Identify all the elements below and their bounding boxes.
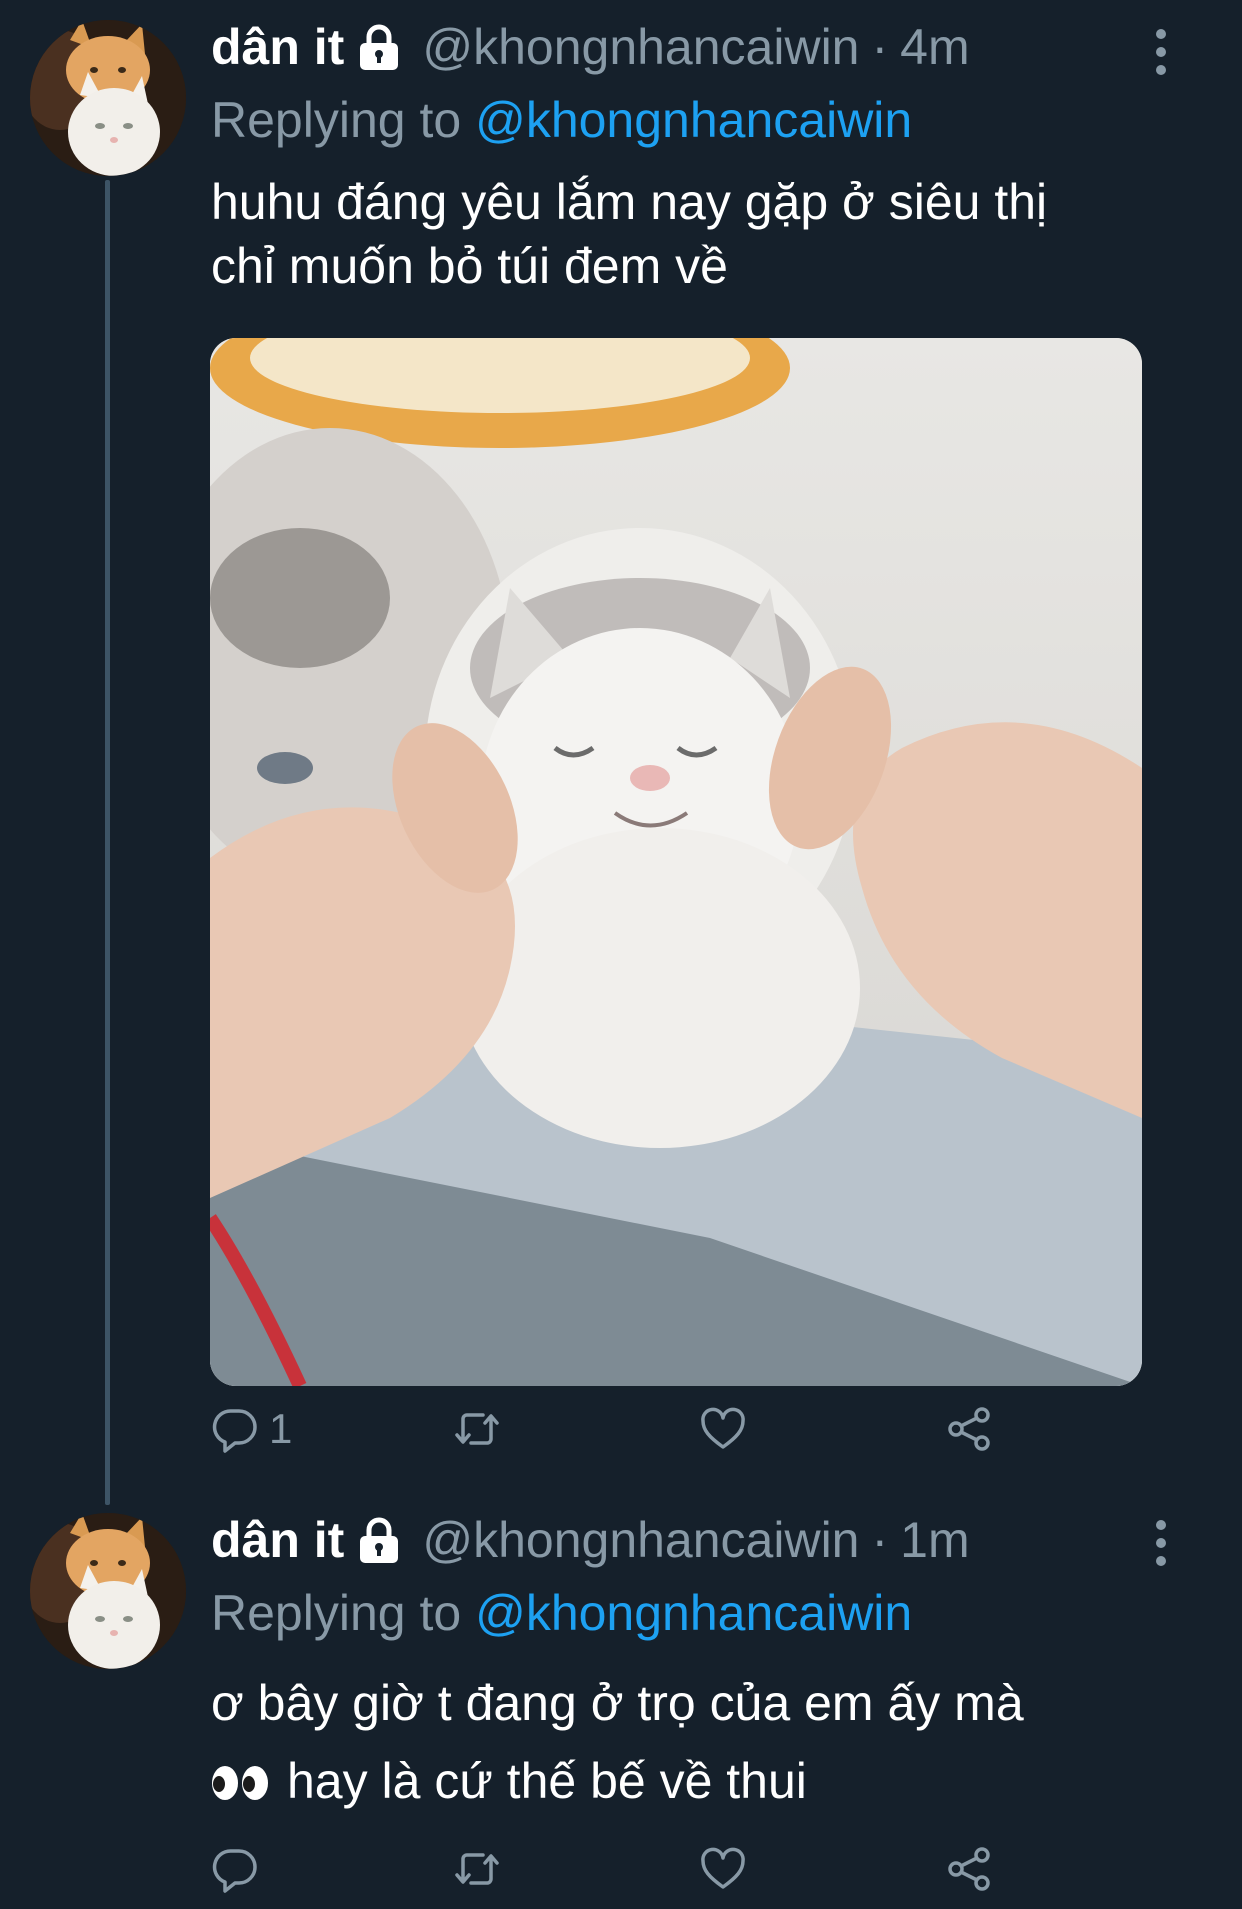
reply-icon[interactable] bbox=[211, 1845, 259, 1893]
like-action[interactable] bbox=[699, 1405, 747, 1453]
tweet-header: dân it @khongnhancaiwin · 4m bbox=[211, 16, 970, 78]
tweet-text-line: chỉ muốn bỏ túi đem về bbox=[211, 238, 728, 294]
tweet-text: ơ bây giờ t đang ở trọ của em ấy mà hay … bbox=[211, 1664, 1191, 1820]
tweet-text-line: ơ bây giờ t đang ở trọ của em ấy mà bbox=[211, 1675, 1024, 1731]
lock-icon bbox=[360, 1517, 399, 1563]
share-action[interactable] bbox=[946, 1845, 994, 1893]
tweet-text-line: hay là cứ thế bế về thui bbox=[287, 1753, 807, 1809]
separator-dot: · bbox=[871, 1512, 889, 1568]
share-icon[interactable] bbox=[946, 1845, 994, 1893]
tweet-header: dân it @khongnhancaiwin · 1m bbox=[211, 1509, 970, 1571]
cat-photo bbox=[210, 338, 1142, 1386]
share-action[interactable] bbox=[946, 1405, 994, 1453]
replying-to-mention[interactable]: @khongnhancaiwin bbox=[475, 92, 912, 148]
display-name[interactable]: dân it bbox=[211, 18, 344, 76]
retweet-icon[interactable] bbox=[453, 1405, 501, 1453]
replying-to-line: Replying to @khongnhancaiwin bbox=[211, 91, 912, 149]
timestamp[interactable]: 4m bbox=[900, 18, 969, 76]
tweet-text-line-with-emoji: hay là cứ thế bế về thui bbox=[211, 1742, 1191, 1820]
lock-icon bbox=[360, 24, 399, 70]
tweet-actions: 1 bbox=[211, 1405, 1011, 1465]
avatar-cats-image bbox=[30, 1513, 186, 1669]
avatar[interactable] bbox=[30, 20, 186, 176]
tweet-2[interactable]: dân it @khongnhancaiwin · 1m Replying to… bbox=[0, 1500, 1242, 1909]
eyes-emoji bbox=[212, 1766, 268, 1800]
replying-to-line: Replying to @khongnhancaiwin bbox=[211, 1584, 912, 1642]
tweet-text: huhu đáng yêu lắm nay gặp ở siêu thị chỉ… bbox=[211, 170, 1191, 298]
like-action[interactable] bbox=[699, 1845, 747, 1893]
share-icon[interactable] bbox=[946, 1405, 994, 1453]
user-handle[interactable]: @khongnhancaiwin bbox=[422, 1511, 859, 1569]
display-name[interactable]: dân it bbox=[211, 1511, 344, 1569]
separator-dot: · bbox=[871, 19, 889, 75]
like-icon[interactable] bbox=[699, 1845, 747, 1893]
tweet-actions bbox=[211, 1845, 1011, 1905]
reply-count: 1 bbox=[269, 1405, 293, 1452]
tweet-media-image[interactable] bbox=[210, 338, 1142, 1386]
timestamp[interactable]: 1m bbox=[900, 1511, 969, 1569]
retweet-icon[interactable] bbox=[453, 1845, 501, 1893]
retweet-action[interactable] bbox=[453, 1845, 501, 1893]
more-icon[interactable] bbox=[1146, 1518, 1176, 1568]
tweet-text-line: huhu đáng yêu lắm nay gặp ở siêu thị bbox=[211, 174, 1048, 230]
replying-to-mention[interactable]: @khongnhancaiwin bbox=[475, 1585, 912, 1641]
replying-to-label: Replying to bbox=[211, 92, 462, 148]
replying-to-label: Replying to bbox=[211, 1585, 462, 1641]
reply-action[interactable] bbox=[211, 1845, 269, 1893]
reply-icon[interactable] bbox=[211, 1405, 259, 1453]
avatar[interactable] bbox=[30, 1513, 186, 1669]
user-handle[interactable]: @khongnhancaiwin bbox=[422, 18, 859, 76]
avatar-cats-image bbox=[30, 20, 186, 176]
more-icon[interactable] bbox=[1146, 27, 1176, 77]
retweet-action[interactable] bbox=[453, 1405, 501, 1453]
tweet-1[interactable]: dân it @khongnhancaiwin · 4m Replying to… bbox=[0, 0, 1242, 1480]
like-icon[interactable] bbox=[699, 1405, 747, 1453]
reply-action[interactable]: 1 bbox=[211, 1405, 292, 1453]
